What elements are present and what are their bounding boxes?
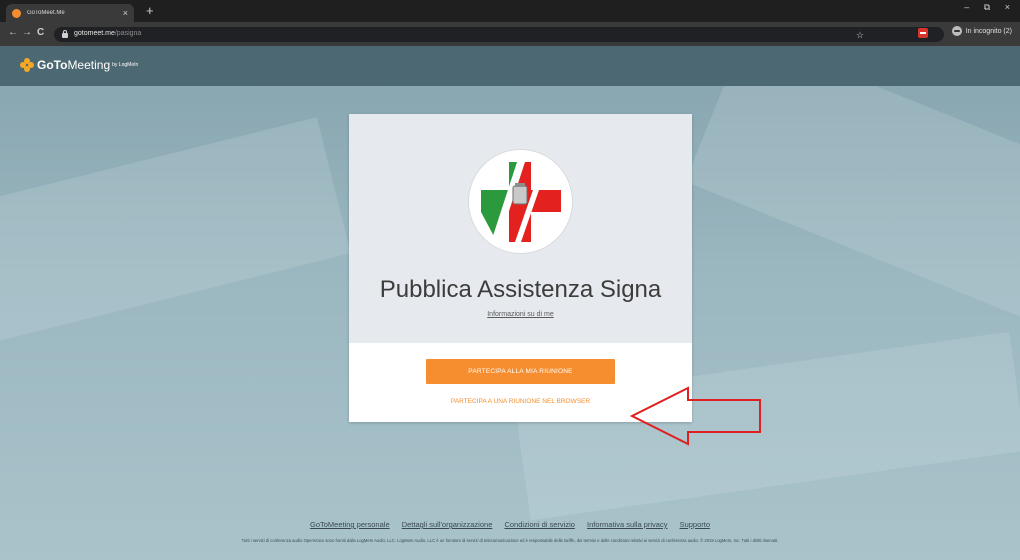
footer-link-personal[interactable]: GoToMeeting personale xyxy=(310,520,390,529)
url-path: /pasigna xyxy=(114,30,142,37)
gotomeeting-flower-icon xyxy=(20,58,34,72)
footer-link-support[interactable]: Supporto xyxy=(680,520,710,529)
close-tab-icon[interactable]: × xyxy=(123,8,128,18)
forward-button[interactable]: → xyxy=(22,27,32,39)
site-header: GoTo Meeting by LogMeIn xyxy=(0,46,1020,86)
footer-link-privacy[interactable]: Informativa sulla privacy xyxy=(587,520,667,529)
gotomeeting-favicon-icon xyxy=(12,8,21,18)
about-me-link[interactable]: Informazioni su di me xyxy=(349,311,692,318)
footer-link-terms[interactable]: Condizioni di servizio xyxy=(504,520,574,529)
extension-icon[interactable] xyxy=(918,28,928,38)
incognito-icon xyxy=(951,26,962,36)
red-cross-logo-icon xyxy=(469,150,572,253)
logo-meeting-text: Meeting xyxy=(67,58,111,72)
footer-legal-text: Tutti i servizi di conferenza audio Open… xyxy=(241,538,779,543)
logo-goto-text: GoTo xyxy=(37,58,68,72)
browser-tab[interactable]: GoToMeet.Me × xyxy=(6,4,134,22)
lock-icon xyxy=(62,30,68,38)
logo-by-text: by LogMeIn xyxy=(112,62,139,68)
tab-title: GoToMeet.Me xyxy=(27,10,65,16)
gotomeeting-logo[interactable]: GoTo Meeting by LogMeIn xyxy=(20,58,138,72)
join-my-meeting-button[interactable]: PARTECIPA ALLA MIA RIUNIONE xyxy=(426,359,615,384)
url-host: gotomeet.me xyxy=(74,30,115,37)
window-controls[interactable]: – ⧉ × xyxy=(964,2,1016,13)
back-button[interactable]: ← xyxy=(8,27,18,39)
annotation-arrow-icon xyxy=(630,386,761,446)
url-text: gotomeet.me/pasigna xyxy=(74,30,141,37)
background-shape xyxy=(685,46,1020,339)
browser-tabstrip: GoToMeet.Me × + – ⧉ × xyxy=(0,0,1020,22)
footer-links: GoToMeeting personale Dettagli sull'orga… xyxy=(0,520,1020,529)
new-tab-button[interactable]: + xyxy=(146,4,154,18)
bookmark-star-icon[interactable]: ☆ xyxy=(856,30,864,41)
reload-button[interactable]: C xyxy=(37,27,44,39)
meeting-card: Pubblica Assistenza Signa Informazioni s… xyxy=(349,114,692,422)
incognito-label: In incognito (2) xyxy=(965,27,1012,35)
footer-link-org-details[interactable]: Dettagli sull'organizzazione xyxy=(402,520,493,529)
browser-toolbar: ← → C gotomeet.me/pasigna ☆ In incognito… xyxy=(0,22,1020,46)
organization-name: Pubblica Assistenza Signa xyxy=(379,276,662,303)
page: GoTo Meeting by LogMeIn Pubblica Assiste… xyxy=(0,46,1020,560)
background-shape xyxy=(0,117,351,355)
card-profile-section: Pubblica Assistenza Signa Informazioni s… xyxy=(349,114,692,343)
organization-avatar xyxy=(469,150,572,253)
address-bar[interactable]: gotomeet.me/pasigna ☆ xyxy=(54,27,944,42)
incognito-indicator[interactable]: In incognito (2) xyxy=(951,26,1012,36)
